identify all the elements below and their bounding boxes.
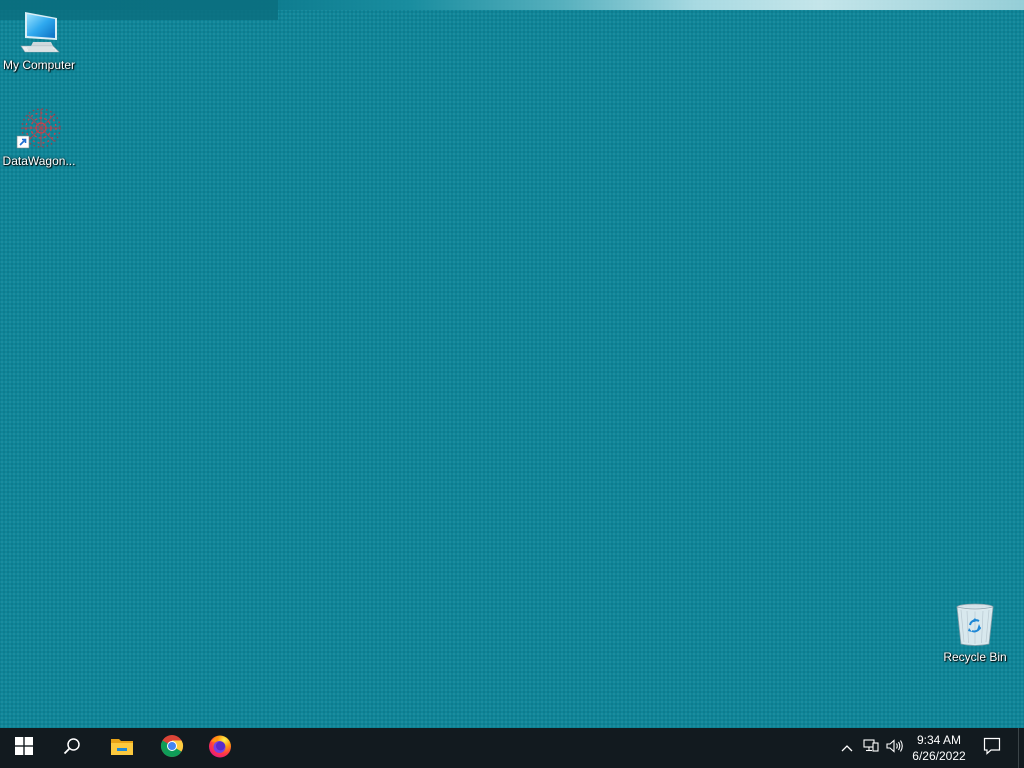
- search-button[interactable]: [48, 728, 96, 768]
- clock-time: 9:34 AM: [916, 733, 962, 747]
- action-center-button[interactable]: [978, 728, 1006, 768]
- notification-icon: [983, 737, 1001, 760]
- datawagon-shortcut-icon: [15, 104, 63, 152]
- tray-show-hidden-icons-button[interactable]: [836, 728, 858, 768]
- computer-icon: [15, 8, 63, 56]
- taskbar: 9:34 AM 6/26/2022: [0, 728, 1024, 768]
- chevron-up-icon: [841, 739, 853, 757]
- desktop-icon-recycle-bin[interactable]: Recycle Bin: [937, 600, 1013, 664]
- network-icon: [863, 738, 879, 758]
- desktop-icon-my-computer[interactable]: My Computer: [1, 8, 77, 72]
- tray-network-button[interactable]: [860, 728, 882, 768]
- show-desktop-button[interactable]: [1018, 728, 1024, 768]
- clock-date: 6/26/2022: [912, 749, 966, 763]
- taskbar-app-firefox[interactable]: [196, 728, 244, 768]
- recycle-bin-icon: [951, 600, 999, 648]
- tray-volume-button[interactable]: [884, 728, 906, 768]
- desktop-icon-label: DataWagon...: [2, 154, 76, 168]
- windows-logo-icon: [15, 736, 33, 760]
- volume-icon: [886, 738, 904, 758]
- firefox-icon: [208, 734, 232, 763]
- desktop-icon-label: My Computer: [2, 58, 76, 72]
- taskbar-app-chrome[interactable]: [148, 728, 196, 768]
- taskbar-app-file-explorer[interactable]: [98, 728, 146, 768]
- start-button[interactable]: [0, 728, 48, 768]
- tray-clock[interactable]: 9:34 AM 6/26/2022: [908, 728, 970, 768]
- desktop-icon-datawagon[interactable]: DataWagon...: [1, 104, 77, 168]
- folder-icon: [110, 736, 134, 761]
- chrome-icon: [160, 734, 184, 763]
- desktop: My Computer DataWagon... Recycle Bin: [0, 0, 1024, 728]
- desktop-icon-label: Recycle Bin: [943, 650, 1007, 664]
- search-icon: [63, 737, 81, 760]
